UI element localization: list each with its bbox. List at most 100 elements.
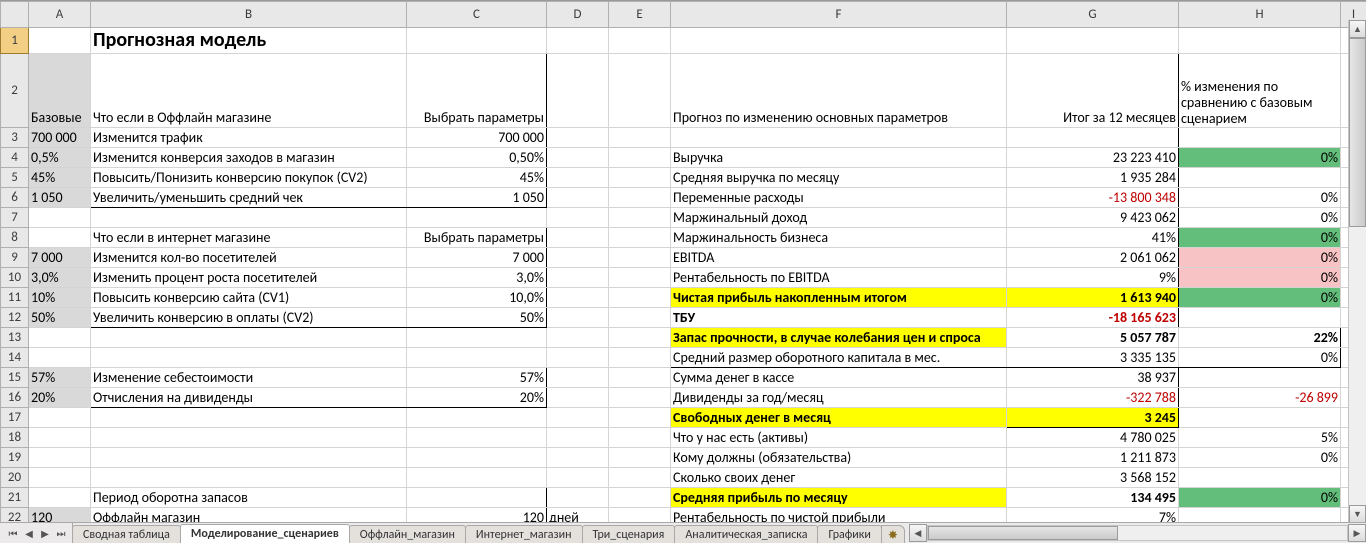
cell-C7[interactable] xyxy=(407,208,547,228)
cell-E22[interactable] xyxy=(609,508,671,524)
cell-B4[interactable]: Изменится конверсия заходов в магазин xyxy=(91,148,407,168)
cell-B6[interactable]: Увеличить/уменьшить средний чек xyxy=(91,188,407,208)
cell-C8[interactable]: Выбрать параметры xyxy=(407,228,547,248)
cell-D19[interactable] xyxy=(547,448,609,468)
cell-D1[interactable] xyxy=(547,28,609,54)
hscroll-thumb[interactable] xyxy=(928,526,1119,540)
cell-H14[interactable]: 0% xyxy=(1179,348,1341,368)
row-header-2[interactable]: 2 xyxy=(1,54,29,128)
cell-A16[interactable]: 20% xyxy=(29,388,91,408)
cell-H15[interactable] xyxy=(1179,368,1341,388)
cell-F8[interactable]: Маржинальность бизнеса xyxy=(671,228,1007,248)
cell-G11[interactable]: 1 613 940 xyxy=(1007,288,1179,308)
cell-A20[interactable] xyxy=(29,468,91,488)
cell-G9[interactable]: 2 061 062 xyxy=(1007,248,1179,268)
cell-G2[interactable]: Итог за 12 месяцев xyxy=(1007,54,1179,128)
cell-H17[interactable] xyxy=(1179,408,1341,428)
cell-H13[interactable]: 22% xyxy=(1179,328,1341,348)
scroll-up-button[interactable]: ▲ xyxy=(1349,20,1366,38)
cell-B22[interactable]: Оффлайн магазин xyxy=(91,508,407,524)
cell-E7[interactable] xyxy=(609,208,671,228)
cell-A5[interactable]: 45% xyxy=(29,168,91,188)
row-header-15[interactable]: 15 xyxy=(1,368,29,388)
row-header-13[interactable]: 13 xyxy=(1,328,29,348)
cell-B8[interactable]: Что если в интернет магазине xyxy=(91,228,407,248)
cell-H1[interactable] xyxy=(1179,28,1341,54)
cell-E2[interactable] xyxy=(609,54,671,128)
row-header-9[interactable]: 9 xyxy=(1,248,29,268)
horizontal-scrollbar[interactable]: ◀ ▶ xyxy=(909,523,1366,543)
cell-G21[interactable]: 134 495 xyxy=(1007,488,1179,508)
cell-H10[interactable]: 0% xyxy=(1179,268,1341,288)
cell-A18[interactable] xyxy=(29,428,91,448)
hscroll-track[interactable] xyxy=(927,525,1348,541)
cell-C4[interactable]: 0,50% xyxy=(407,148,547,168)
cell-E8[interactable] xyxy=(609,228,671,248)
cell-G6[interactable]: -13 800 348 xyxy=(1007,188,1179,208)
row-header-4[interactable]: 4 xyxy=(1,148,29,168)
col-header-D[interactable]: D xyxy=(547,2,609,28)
cell-B19[interactable] xyxy=(91,448,407,468)
scroll-left-button[interactable]: ◀ xyxy=(909,524,927,542)
cell-E19[interactable] xyxy=(609,448,671,468)
cell-D2[interactable] xyxy=(547,54,609,128)
cell-A22[interactable]: 120 xyxy=(29,508,91,524)
col-header-F[interactable]: F xyxy=(671,2,1007,28)
scroll-right-button[interactable]: ▶ xyxy=(1348,524,1366,542)
cell-A17[interactable] xyxy=(29,408,91,428)
col-header-H[interactable]: H xyxy=(1179,2,1341,28)
cell-A3[interactable]: 700 000 xyxy=(29,128,91,148)
cell-F9[interactable]: EBITDA xyxy=(671,248,1007,268)
cell-B3[interactable]: Изменится трафик xyxy=(91,128,407,148)
cell-A1[interactable] xyxy=(29,28,91,54)
cell-F21[interactable]: Средняя прибыль по месяцу xyxy=(671,488,1007,508)
cell-A4[interactable]: 0,5% xyxy=(29,148,91,168)
sheet-nav-first-icon[interactable]: ⏮ xyxy=(6,526,20,540)
row-header-17[interactable]: 17 xyxy=(1,408,29,428)
cell-F22[interactable]: Рентабельность по чистой прибыли xyxy=(671,508,1007,524)
cell-E13[interactable] xyxy=(609,328,671,348)
cell-G17[interactable]: 3 245 xyxy=(1007,408,1179,428)
cell-D11[interactable] xyxy=(547,288,609,308)
cell-E15[interactable] xyxy=(609,368,671,388)
row-header-19[interactable]: 19 xyxy=(1,448,29,468)
cell-F4[interactable]: Выручка xyxy=(671,148,1007,168)
cell-D18[interactable] xyxy=(547,428,609,448)
cell-C20[interactable] xyxy=(407,468,547,488)
cell-D10[interactable] xyxy=(547,268,609,288)
cell-A2[interactable]: Базовые xyxy=(29,54,91,128)
row-header-16[interactable]: 16 xyxy=(1,388,29,408)
cell-H2[interactable]: % изменения по сравнению с базовым сцена… xyxy=(1179,54,1341,128)
cell-A21[interactable] xyxy=(29,488,91,508)
cell-D8[interactable] xyxy=(547,228,609,248)
cell-E10[interactable] xyxy=(609,268,671,288)
cell-A7[interactable] xyxy=(29,208,91,228)
spreadsheet-grid[interactable]: A B C D E F G H I 1 Прогнозная модель 2 … xyxy=(0,0,1366,523)
cell-H8[interactable]: 0% xyxy=(1179,228,1341,248)
cell-C18[interactable] xyxy=(407,428,547,448)
cell-D17[interactable] xyxy=(547,408,609,428)
cell-C10[interactable]: 3,0% xyxy=(407,268,547,288)
row-header-6[interactable]: 6 xyxy=(1,188,29,208)
cell-G19[interactable]: 1 211 873 xyxy=(1007,448,1179,468)
cell-C15[interactable]: 57% xyxy=(407,368,547,388)
cell-B1-title[interactable]: Прогнозная модель xyxy=(91,28,407,54)
cell-G14[interactable]: 3 335 135 xyxy=(1007,348,1179,368)
cell-D12[interactable] xyxy=(547,308,609,328)
cell-F3[interactable] xyxy=(671,128,1007,148)
sheet-tab-4[interactable]: Три_сценария xyxy=(582,525,676,543)
cell-H6[interactable]: 0% xyxy=(1179,188,1341,208)
cell-C6[interactable]: 1 050 xyxy=(407,188,547,208)
cell-B18[interactable] xyxy=(91,428,407,448)
cell-H4[interactable]: 0% xyxy=(1179,148,1341,168)
cell-A9[interactable]: 7 000 xyxy=(29,248,91,268)
sheet-tab-5[interactable]: Аналитическая_записка xyxy=(674,525,818,543)
col-header-A[interactable]: A xyxy=(29,2,91,28)
cell-F19[interactable]: Кому должны (обязательства) xyxy=(671,448,1007,468)
cell-B14[interactable] xyxy=(91,348,407,368)
cell-G1[interactable] xyxy=(1007,28,1179,54)
cell-H18[interactable]: 5% xyxy=(1179,428,1341,448)
cell-C17[interactable] xyxy=(407,408,547,428)
cell-G22[interactable]: 7% xyxy=(1007,508,1179,524)
scroll-down-button[interactable]: ▼ xyxy=(1349,505,1366,523)
